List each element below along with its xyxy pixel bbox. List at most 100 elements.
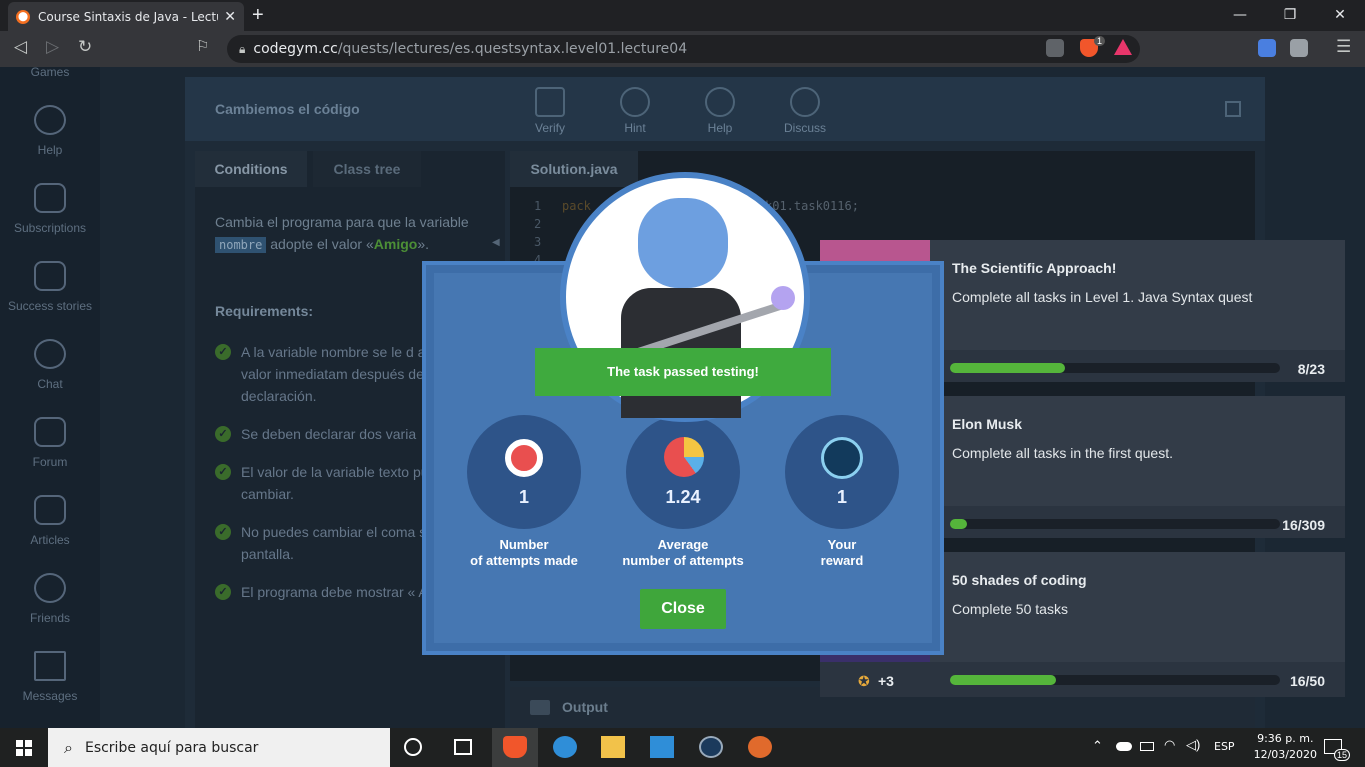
close-tab-icon[interactable]: ✕ xyxy=(224,9,236,25)
forward-icon[interactable]: ▷ xyxy=(46,37,59,57)
new-tab-icon[interactable]: + xyxy=(252,4,264,27)
notification-count: 15 xyxy=(1334,749,1351,761)
friends-icon xyxy=(34,573,66,603)
pie-chart-icon xyxy=(664,437,704,477)
dark-matter-icon xyxy=(821,437,863,479)
achievement-progress xyxy=(950,675,1280,685)
achievement-name: Elon Musk xyxy=(952,416,1023,432)
flag-icon xyxy=(34,261,66,291)
help-button[interactable]: Help xyxy=(685,121,755,135)
mail-icon[interactable] xyxy=(650,736,674,758)
nav-success-stories[interactable]: Success stories xyxy=(0,261,100,313)
hint-button[interactable]: Hint xyxy=(600,121,670,135)
task-description: Cambia el programa para que la variable … xyxy=(215,214,469,253)
collapse-icon[interactable]: ◀ xyxy=(492,237,500,248)
nav-subscriptions[interactable]: Subscriptions xyxy=(0,183,100,235)
check-icon: ✓ xyxy=(215,464,231,480)
tab-class-tree[interactable]: Class tree xyxy=(313,151,421,187)
restore-icon[interactable]: ❐ xyxy=(1265,0,1315,31)
address-bar: ◁ ▷ ↻ ⚐ 🔒︎ codegym.cc/quests/lectures/es… xyxy=(0,31,1365,67)
minimize-icon[interactable]: — xyxy=(1215,0,1265,31)
forum-icon xyxy=(34,417,66,447)
achievement-count: 8/23 xyxy=(1297,361,1325,377)
brave-rewards-icon[interactable] xyxy=(1114,39,1132,55)
verify-button[interactable]: Verify xyxy=(515,121,585,135)
expand-icon[interactable] xyxy=(1225,101,1241,117)
nav-friends[interactable]: Friends xyxy=(0,573,100,625)
achievement-name: The Scientific Approach! xyxy=(952,260,1117,276)
verify-icon xyxy=(535,87,565,117)
left-nav: Games Help Subscriptions Success stories… xyxy=(0,67,100,728)
browser-tab[interactable]: ⬤ Course Sintaxis de Java - Lecture: I ✕ xyxy=(8,2,244,31)
file-explorer-icon[interactable] xyxy=(601,736,625,758)
task-view-icon[interactable] xyxy=(454,739,472,755)
reload-icon[interactable]: ↻ xyxy=(78,37,92,57)
tab-solution-java[interactable]: Solution.java xyxy=(510,151,638,187)
chevron-up-icon[interactable]: ⌃ xyxy=(1092,738,1103,754)
bookmark-icon[interactable]: ⚐ xyxy=(196,37,209,55)
reward-stat xyxy=(785,415,899,529)
windows-start-icon[interactable] xyxy=(16,740,32,756)
taskbar-search[interactable]: ⌕ Escribe aquí para buscar xyxy=(48,728,390,767)
nav-messages[interactable]: Messages xyxy=(0,651,100,703)
nav-articles[interactable]: Articles xyxy=(0,495,100,547)
menu-icon[interactable]: ☰ xyxy=(1336,37,1351,57)
language-indicator[interactable]: ESP xyxy=(1214,740,1235,753)
edge-icon[interactable] xyxy=(553,736,577,758)
attempts-stat xyxy=(467,415,581,529)
average-value: 1.24 xyxy=(665,487,701,507)
achievement-count: 16/309 xyxy=(1282,517,1325,533)
achievement-name: 50 shades of coding xyxy=(952,572,1087,588)
back-icon[interactable]: ◁ xyxy=(14,37,27,57)
progress-fill xyxy=(950,363,1065,373)
nav-help[interactable]: Help xyxy=(0,105,100,157)
variable-keyword: nombre xyxy=(215,237,267,253)
energy-orb-icon xyxy=(771,286,795,310)
brave-browser-icon[interactable] xyxy=(503,736,527,758)
progress-fill xyxy=(950,519,968,529)
google-translate-ext-icon[interactable] xyxy=(1258,39,1276,57)
battery-icon[interactable] xyxy=(1140,742,1154,751)
dollar-icon xyxy=(34,183,66,213)
page: Games Help Subscriptions Success stories… xyxy=(0,67,1365,728)
reward-value: 1 xyxy=(836,487,847,507)
discuss-button[interactable]: Discuss xyxy=(770,121,840,135)
wifi-icon[interactable]: ◠ xyxy=(1164,737,1175,753)
brave-badge: 1 xyxy=(1094,36,1106,46)
url-field[interactable]: 🔒︎ codegym.cc/quests/lectures/es.questsy… xyxy=(227,35,1140,63)
url-host: codegym.cc xyxy=(253,41,338,57)
achievement-desc: Complete all tasks in the first quest. xyxy=(952,445,1173,461)
success-banner: The task passed testing! xyxy=(535,348,831,396)
task-header: Cambiemos el código Verify Hint Help Dis… xyxy=(185,77,1265,141)
close-window-icon[interactable]: ✕ xyxy=(1315,0,1365,31)
achievement-desc: Complete all tasks in Level 1. Java Synt… xyxy=(952,289,1253,305)
onedrive-icon[interactable] xyxy=(1116,742,1132,751)
media-player-icon[interactable] xyxy=(748,736,772,758)
codegym-favicon-icon: ⬤ xyxy=(16,9,30,24)
clock[interactable]: 9:36 p. m. 12/03/2020 xyxy=(1254,731,1317,763)
envelope-icon xyxy=(34,651,66,681)
robot-head-icon xyxy=(638,198,728,288)
nav-chat[interactable]: Chat xyxy=(0,339,100,391)
close-button[interactable]: Close xyxy=(640,589,726,629)
terminal-icon xyxy=(530,700,550,715)
steam-icon[interactable] xyxy=(699,736,723,758)
check-icon: ✓ xyxy=(215,584,231,600)
nav-games[interactable]: Games xyxy=(0,67,100,79)
discuss-icon xyxy=(790,87,820,117)
nav-forum[interactable]: Forum xyxy=(0,417,100,469)
tab-conditions[interactable]: Conditions xyxy=(195,151,307,187)
help-icon xyxy=(705,87,735,117)
browser-tab-bar: ⬤ Course Sintaxis de Java - Lecture: I ✕… xyxy=(0,0,1365,31)
translate-icon[interactable] xyxy=(1046,39,1064,57)
volume-icon[interactable]: ◁) xyxy=(1186,737,1200,753)
reward-points: +3 xyxy=(878,673,894,689)
cortana-icon[interactable] xyxy=(404,738,422,756)
print-ext-icon[interactable] xyxy=(1290,39,1308,57)
help-icon xyxy=(34,105,66,135)
attempts-label: Number of attempts made xyxy=(470,537,578,568)
achievement-desc: Complete 50 tasks xyxy=(952,601,1068,617)
requirements-title: Requirements: xyxy=(215,303,314,319)
tab-title: Course Sintaxis de Java - Lecture: I xyxy=(38,9,218,24)
achievement-progress xyxy=(950,519,1280,529)
